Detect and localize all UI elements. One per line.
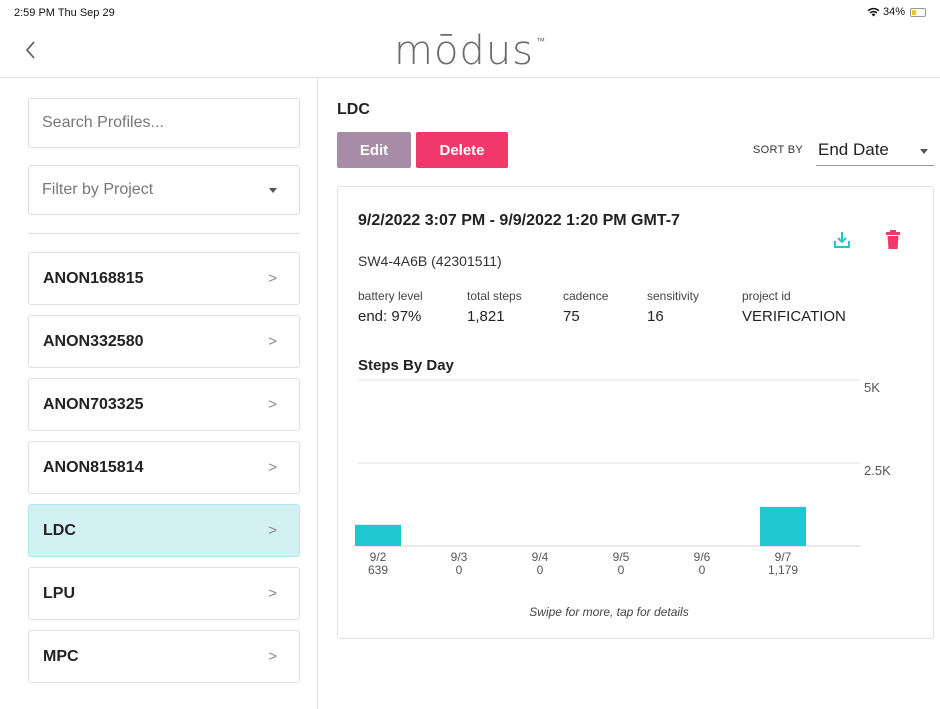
profile-item-anon168815[interactable]: ANON168815 > — [28, 252, 300, 305]
main-panel: LDC Edit Delete SORT BY End Date 9/2/202… — [319, 78, 940, 709]
profile-name: MPC — [43, 647, 79, 665]
chart-bar — [355, 524, 401, 546]
stat-label: sensitivity — [647, 289, 700, 303]
logo-trademark: ™ — [536, 37, 547, 47]
chevron-right-icon: > — [268, 459, 277, 476]
sidebar: Filter by Project ANON168815 > ANON33258… — [10, 78, 318, 709]
x-tick-label: 9/7 — [775, 550, 792, 564]
stat-cadence: cadence 75 — [563, 289, 608, 325]
page-title: LDC — [337, 101, 370, 118]
stat-label: battery level — [358, 289, 423, 303]
stat-battery-level: battery level end: 97% — [358, 289, 423, 325]
status-time: 2:59 PM Thu Sep 29 — [14, 7, 115, 19]
sort-by-label: SORT BY — [753, 144, 803, 156]
x-tick-label: 9/6 — [694, 550, 711, 564]
chart-hint: Swipe for more, tap for details — [529, 605, 689, 619]
session-card[interactable]: 9/2/2022 3:07 PM - 9/9/2022 1:20 PM GMT-… — [337, 186, 934, 639]
stat-value: 16 — [647, 308, 664, 325]
sort-select[interactable]: End Date — [816, 134, 934, 166]
bar-value-label: 0 — [699, 563, 706, 577]
profile-name: LPU — [43, 584, 75, 602]
device-id: SW4-4A6B (42301511) — [358, 253, 502, 269]
download-button[interactable] — [832, 230, 852, 250]
nav-bar: mōdus ™ — [0, 22, 940, 78]
search-input[interactable] — [28, 98, 300, 148]
stat-sensitivity: sensitivity 16 — [647, 289, 699, 325]
filter-label: Filter by Project — [42, 181, 154, 198]
dropdown-arrow-icon — [269, 188, 277, 193]
profile-name: ANON815814 — [43, 458, 144, 476]
stat-project-id: project id VERIFICATION — [742, 289, 846, 325]
profile-item-mpc[interactable]: MPC > — [28, 630, 300, 683]
bar-value-label: 639 — [368, 563, 388, 577]
profile-item-anon815814[interactable]: ANON815814 > — [28, 441, 300, 494]
x-tick-label: 9/2 — [370, 550, 387, 564]
status-bar: 2:59 PM Thu Sep 29 34% — [0, 0, 940, 22]
download-icon — [834, 232, 850, 248]
stat-label: total steps — [467, 289, 522, 303]
delete-session-button[interactable] — [884, 230, 902, 250]
wifi-icon — [867, 7, 880, 17]
profile-item-anon332580[interactable]: ANON332580 > — [28, 315, 300, 368]
bar-value-label: 1,179 — [768, 563, 798, 577]
chevron-right-icon: > — [268, 585, 277, 602]
profile-name: ANON168815 — [43, 269, 144, 287]
y-tick-label: 5K — [864, 380, 880, 395]
dropdown-arrow-icon — [920, 149, 928, 154]
profile-name: LDC — [43, 521, 76, 539]
stat-total-steps: total steps 1,821 — [467, 289, 522, 325]
chevron-right-icon: > — [268, 333, 277, 350]
chart-title: Steps By Day — [358, 357, 454, 374]
steps-by-day-chart[interactable]: 5K2.5K9/26399/309/409/509/609/71,179 — [338, 377, 935, 617]
stat-value: 75 — [563, 308, 580, 325]
stat-value: end: 97% — [358, 308, 422, 325]
profile-name: ANON332580 — [43, 332, 144, 350]
stat-value: VERIFICATION — [742, 308, 846, 325]
profile-item-ldc[interactable]: LDC > — [28, 504, 300, 557]
profile-item-lpu[interactable]: LPU > — [28, 567, 300, 620]
profile-item-anon703325[interactable]: ANON703325 > — [28, 378, 300, 431]
profile-name: ANON703325 — [43, 395, 144, 413]
edit-button[interactable]: Edit — [337, 132, 411, 168]
logo-text: mōdus — [393, 28, 535, 74]
delete-button[interactable]: Delete — [416, 132, 508, 168]
stat-label: cadence — [563, 289, 609, 303]
chart-bar — [760, 506, 806, 546]
chevron-right-icon: > — [268, 270, 277, 287]
stat-label: project id — [742, 289, 791, 303]
chevron-right-icon: > — [268, 648, 277, 665]
battery-icon — [910, 7, 926, 17]
trash-icon — [886, 230, 900, 249]
bar-value-label: 0 — [618, 563, 625, 577]
bar-value-label: 0 — [456, 563, 463, 577]
y-tick-label: 2.5K — [864, 463, 891, 478]
project-filter-select[interactable]: Filter by Project — [28, 165, 300, 215]
x-tick-label: 9/3 — [451, 550, 468, 564]
sort-value: End Date — [818, 140, 889, 159]
battery-percent: 34% — [882, 6, 905, 18]
stat-value: 1,821 — [467, 308, 505, 325]
session-date-range: 9/2/2022 3:07 PM - 9/9/2022 1:20 PM GMT-… — [358, 212, 680, 229]
chevron-right-icon: > — [268, 522, 277, 539]
app-logo: mōdus ™ — [0, 28, 940, 74]
x-tick-label: 9/4 — [532, 550, 549, 564]
bar-value-label: 0 — [537, 563, 544, 577]
sidebar-divider — [28, 233, 300, 234]
status-indicators: 34% — [867, 6, 926, 18]
profile-list: ANON168815 > ANON332580 > ANON703325 > A… — [28, 252, 300, 693]
x-tick-label: 9/5 — [613, 550, 630, 564]
chevron-right-icon: > — [268, 396, 277, 413]
